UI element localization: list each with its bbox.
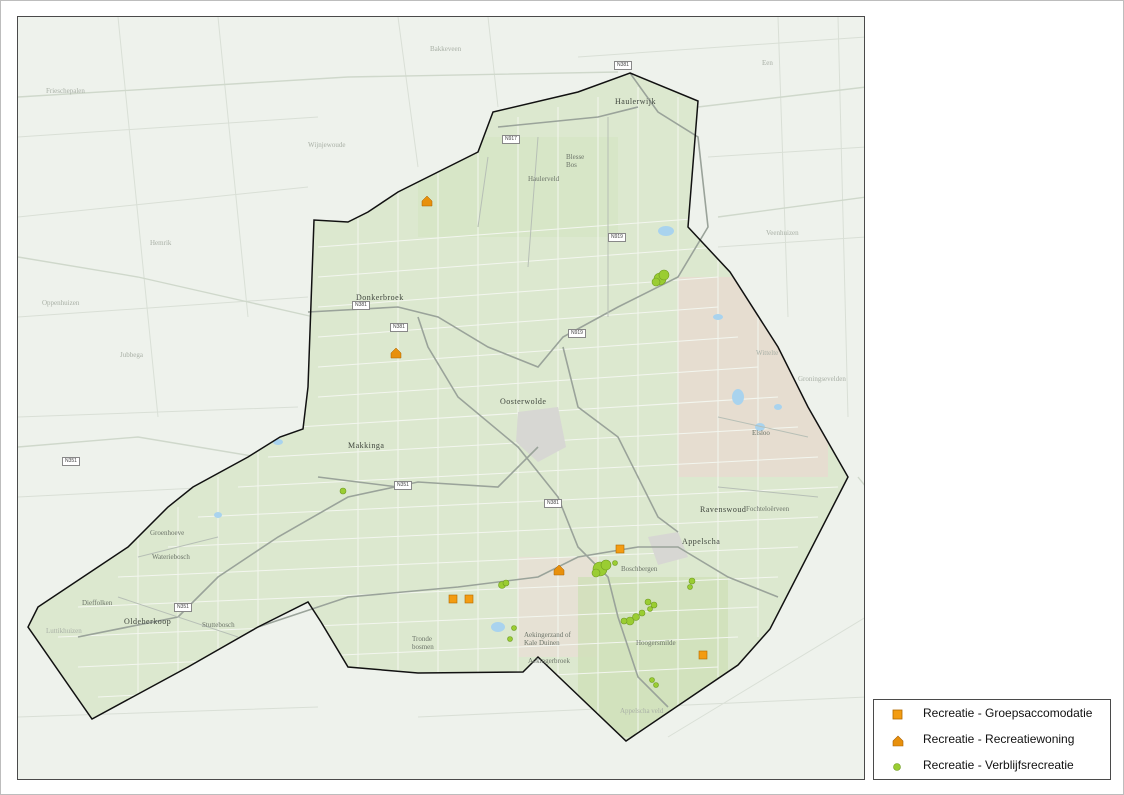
place-label-makkinga: Makkinga	[348, 441, 385, 450]
road-shield: N381	[390, 323, 408, 332]
place-label-hoogersmilde: Hoogersmilde	[636, 639, 676, 647]
place-label-bakkeveen: Bakkeveen	[430, 45, 462, 53]
place-label-haulerwijk: Haulerwijk	[615, 97, 656, 106]
legend-item-groepsaccomodatie: Recreatie - Groepsaccomodatie	[874, 705, 1110, 723]
orange-house-icon	[892, 734, 904, 747]
place-label-stuttebosch: Stuttebosch	[202, 621, 235, 629]
place-label-appelscha: Appelscha	[682, 537, 721, 546]
place-label-veenhuizen: Veenhuizen	[766, 229, 799, 237]
legend-item-verblijfsrecreatie: Recreatie - Verblijfsrecreatie	[874, 757, 1110, 775]
place-label-blesse-bos: Blesse Bos	[566, 153, 585, 169]
place-label-jubbega: Jubbega	[120, 351, 143, 359]
legend-label: Recreatie - Groepsaccomodatie	[923, 706, 1093, 720]
place-label-oppenhuizen: Oppenhuizen	[42, 299, 80, 307]
place-label-wijnjewoude: Wijnjewoude	[308, 141, 346, 149]
road-shield: N381	[614, 61, 632, 70]
place-label-elsloo: Elsloo	[752, 429, 770, 437]
road-shield: N381	[544, 499, 562, 508]
place-label-groningsevelden: Groningsevelden	[798, 375, 846, 383]
place-label-dieffolken: Dieffolken	[82, 599, 113, 607]
place-label-een: Een	[762, 59, 773, 67]
place-label-tronde-bosmen: Tronde bosmen	[412, 635, 434, 651]
place-label-aekingerzand: Aekingerzand of Kale Duinen	[524, 631, 571, 647]
place-label-aekingerbroek: Aekingerbroek	[528, 657, 570, 665]
place-label-boschbergen: Boschbergen	[621, 565, 658, 573]
map-canvas[interactable]: Haulerwijk Donkerbroek Oosterwolde Makki…	[17, 16, 865, 780]
green-dot-icon	[892, 760, 904, 772]
legend-label: Recreatie - Recreatiewoning	[923, 732, 1075, 746]
orange-square-icon	[892, 708, 904, 720]
map-graphics	[18, 17, 864, 742]
legend-label: Recreatie - Verblijfsrecreatie	[923, 758, 1074, 772]
place-label-frieschepalen: Frieschepalen	[46, 87, 85, 95]
road-shield: N917	[502, 135, 520, 144]
place-label-appelscha-veld: Appelscha veld	[620, 707, 664, 715]
place-label-groenhoeve: Groenhoeve	[150, 529, 185, 537]
place-label-hemrik: Hemrik	[150, 239, 172, 247]
road-shield: N351	[394, 481, 412, 490]
road-shield: N919	[568, 329, 586, 338]
place-label-luttikhuizen: Luttikhuizen	[46, 627, 82, 635]
place-label-oldeberkoop: Oldeberkoop	[124, 617, 172, 626]
legend-item-recreatiewoning: Recreatie - Recreatiewoning	[874, 731, 1110, 749]
map-legend: Recreatie - Groepsaccomodatie Recreatie …	[873, 699, 1111, 780]
place-label-wateriebosch: Wateriebosch	[152, 553, 190, 561]
road-shield: N919	[608, 233, 626, 242]
place-label-fochteloerveen: Fochteloërveen	[746, 505, 790, 513]
place-label-haulerveld: Haulerveld	[528, 175, 560, 183]
place-label-oosterwolde: Oosterwolde	[500, 397, 547, 406]
road-shield: N381	[352, 301, 370, 310]
road-shield: N351	[62, 457, 80, 466]
place-label-wittelte: Wittelte	[756, 349, 779, 357]
place-label-ravenswoud: Ravenswoud	[700, 505, 747, 514]
road-shield: N351	[174, 603, 192, 612]
